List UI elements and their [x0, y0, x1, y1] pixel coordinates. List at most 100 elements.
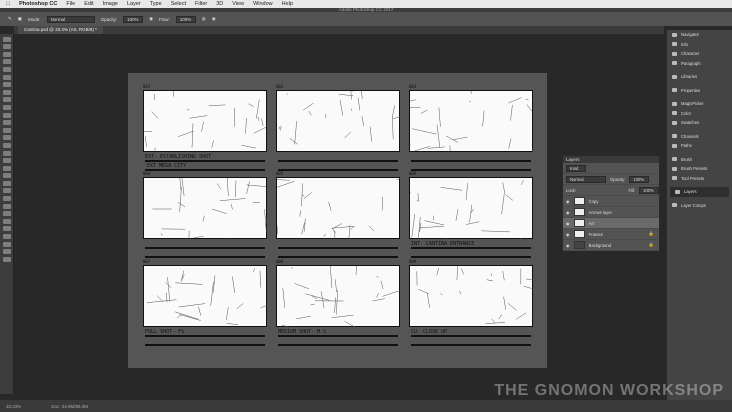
tool-icon[interactable] [2, 203, 11, 209]
layer-row-selected[interactable]: ◉ Art [563, 218, 659, 229]
dock-item-label: Paragraph [681, 60, 701, 66]
layer-row[interactable]: ◉ Copy [563, 196, 659, 207]
status-bar: 33.33% Doc: 24.9M/85.0M [0, 400, 732, 412]
menu-image[interactable]: Image [103, 1, 118, 7]
panel-icon [672, 111, 677, 116]
layer-thumbnail [573, 230, 585, 238]
tool-icon[interactable] [2, 112, 11, 118]
apple-icon[interactable]:  [6, 1, 10, 7]
dock-item-character[interactable]: Character [667, 49, 732, 59]
pressure-opacity-icon[interactable]: ◉ [149, 16, 153, 22]
tool-icon[interactable] [2, 150, 11, 156]
eye-icon[interactable]: ◉ [566, 210, 570, 215]
caption-line [411, 169, 531, 171]
menu-type[interactable]: Type [150, 1, 162, 7]
tool-icon[interactable] [2, 249, 11, 255]
eye-icon[interactable]: ◉ [566, 221, 570, 226]
brush-tool-icon[interactable]: ✎ [8, 16, 12, 22]
opacity-field[interactable]: 100% [123, 15, 144, 23]
tool-icon[interactable] [2, 127, 11, 133]
brush-preset-icon[interactable]: ▣ [18, 16, 22, 22]
kind-filter[interactable]: Kind [566, 164, 586, 172]
menu-3d[interactable]: 3D [216, 1, 223, 7]
tool-icon[interactable] [2, 142, 11, 148]
document-tab[interactable]: Cantina.psd @ 33.3% (Art, RGB/8) * [18, 26, 103, 34]
layers-panel-title: Layers [563, 156, 659, 163]
menu-view[interactable]: View [232, 1, 244, 7]
opacity-label: Opacity: [100, 16, 118, 22]
menu-layer[interactable]: Layer [127, 1, 141, 7]
flow-field[interactable]: 100% [175, 15, 196, 23]
dock-item-brush-presets[interactable]: Brush Presets [667, 164, 732, 174]
fill-field[interactable]: 100% [639, 186, 659, 194]
layer-row[interactable]: ◉ Frames 🔒 [563, 229, 659, 240]
panel-icon [672, 51, 677, 56]
tool-icon[interactable] [2, 256, 11, 262]
layer-row[interactable]: ◉ Background 🔒 [563, 240, 659, 251]
blend-mode-select[interactable]: Normal [566, 175, 606, 183]
dock-item-channels[interactable]: Channels [667, 132, 732, 142]
storyboard-frame [265, 159, 413, 253]
tool-icon[interactable] [2, 66, 11, 72]
tool-icon[interactable] [2, 188, 11, 194]
dock-item-tool-presets[interactable]: Tool Presets [667, 174, 732, 184]
dock-item-paths[interactable]: Paths [667, 141, 732, 151]
tool-icon[interactable] [2, 74, 11, 80]
tool-icon[interactable] [2, 158, 11, 164]
tool-icon[interactable] [2, 211, 11, 217]
tool-icon[interactable] [2, 120, 11, 126]
tool-icon[interactable] [2, 135, 11, 141]
pressure-size-icon[interactable]: ◉ [212, 16, 216, 22]
dock-item-layers[interactable]: Layers [670, 187, 729, 197]
tool-icon[interactable] [2, 97, 11, 103]
tool-icon[interactable] [2, 241, 11, 247]
layer-row[interactable]: ◉ Arrows layer [563, 207, 659, 218]
dock-item-libraries[interactable]: Libraries [667, 72, 732, 82]
eye-icon[interactable]: ◉ [566, 243, 570, 248]
tool-icon[interactable] [2, 234, 11, 240]
tool-icon[interactable] [2, 36, 11, 42]
dock-item-navigator[interactable]: Navigator [667, 30, 732, 40]
tool-icon[interactable] [2, 82, 11, 88]
tool-icon[interactable] [2, 51, 11, 57]
tool-icon[interactable] [2, 218, 11, 224]
tool-icon[interactable] [2, 104, 11, 110]
menu-select[interactable]: Select [171, 1, 186, 7]
dock-item-info[interactable]: Info [667, 40, 732, 50]
tool-icon[interactable] [2, 59, 11, 65]
tool-icon[interactable] [2, 44, 11, 50]
layer-opacity-field[interactable]: 100% [629, 175, 650, 183]
layer-name: Background [588, 242, 612, 248]
airbrush-icon[interactable]: ◍ [202, 16, 206, 22]
panel-icon [672, 42, 677, 47]
tool-icon[interactable] [2, 165, 11, 171]
eye-icon[interactable]: ◉ [566, 199, 570, 204]
tool-icon[interactable] [2, 173, 11, 179]
dock-item-swatches[interactable]: Swatches [667, 118, 732, 128]
mode-select[interactable]: Normal [46, 15, 95, 23]
menu-filter[interactable]: Filter [195, 1, 207, 7]
tool-icon[interactable] [2, 180, 11, 186]
menu-help[interactable]: Help [282, 1, 293, 7]
dock-item-magicpicker[interactable]: MagicPicker [667, 99, 732, 109]
eye-icon[interactable]: ◉ [566, 232, 570, 237]
dock-item-layer-comps[interactable]: Layer Comps [667, 201, 732, 211]
dock-item-brush[interactable]: Brush [667, 155, 732, 165]
tool-icon[interactable] [2, 196, 11, 202]
menu-file[interactable]: File [66, 1, 75, 7]
zoom-level[interactable]: 33.33% [6, 404, 21, 409]
storyboard-canvas[interactable]: 001 EST- ESTABLISHING SHOT EXT MEGA CITY 00… [128, 66, 555, 368]
panel-number: 004 [143, 171, 151, 176]
dock-item-label: Channels [681, 133, 699, 139]
menu-edit[interactable]: Edit [84, 1, 93, 7]
tool-icon[interactable] [2, 226, 11, 232]
menu-window[interactable]: Window [253, 1, 273, 7]
dock-item-paragraph[interactable]: Paragraph [667, 59, 732, 69]
dock-item-color[interactable]: Color [667, 109, 732, 119]
dock-item-properties[interactable]: Properties [667, 86, 732, 96]
tool-icon[interactable] [2, 89, 11, 95]
caption-line [145, 256, 265, 258]
panel-dock: Navigator Info Character Paragraph Libraries… [666, 30, 732, 412]
panel-number: 003 [409, 84, 417, 89]
menu-app[interactable]: Photoshop CC [19, 1, 57, 7]
